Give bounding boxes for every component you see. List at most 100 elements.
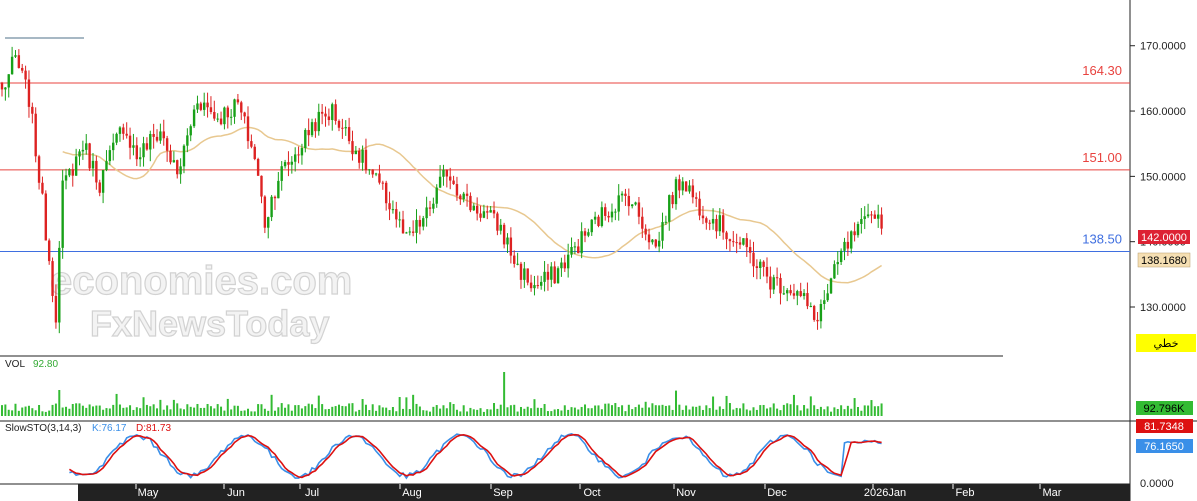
candle[interactable] — [395, 209, 398, 220]
candle[interactable] — [213, 111, 216, 119]
candle[interactable] — [502, 224, 506, 245]
candle[interactable] — [708, 222, 711, 224]
candle[interactable] — [270, 196, 273, 218]
candle[interactable] — [489, 210, 492, 213]
candle[interactable] — [142, 143, 145, 158]
candle[interactable] — [590, 219, 593, 233]
candle[interactable] — [509, 237, 513, 256]
candle[interactable] — [432, 203, 435, 209]
candle[interactable] — [374, 173, 378, 175]
candle[interactable] — [115, 133, 118, 143]
candle[interactable] — [71, 169, 74, 176]
candle[interactable] — [866, 214, 870, 217]
candle[interactable] — [236, 99, 240, 103]
candle[interactable] — [529, 282, 533, 289]
candle[interactable] — [846, 241, 850, 249]
candle[interactable] — [705, 218, 708, 223]
candle[interactable] — [620, 193, 624, 196]
candle[interactable] — [661, 222, 664, 241]
candle[interactable] — [839, 250, 843, 263]
candle[interactable] — [317, 111, 320, 132]
candle[interactable] — [189, 126, 192, 136]
candle[interactable] — [21, 67, 24, 71]
candle[interactable] — [149, 134, 152, 150]
candle[interactable] — [725, 232, 728, 240]
candle[interactable] — [789, 290, 792, 294]
candle[interactable] — [519, 263, 523, 280]
candle[interactable] — [600, 207, 604, 226]
candle[interactable] — [216, 118, 219, 120]
candle[interactable] — [118, 127, 122, 134]
candle[interactable] — [755, 266, 759, 268]
candle[interactable] — [533, 285, 536, 289]
candle[interactable] — [688, 185, 691, 192]
candle[interactable] — [877, 214, 880, 219]
candle[interactable] — [657, 240, 661, 247]
candle[interactable] — [452, 180, 455, 185]
candle[interactable] — [267, 217, 270, 228]
candle[interactable] — [122, 127, 125, 134]
candle[interactable] — [627, 195, 631, 207]
candle[interactable] — [668, 195, 671, 222]
candle[interactable] — [112, 142, 115, 151]
candle[interactable] — [823, 300, 826, 304]
candle[interactable] — [411, 231, 415, 233]
candle[interactable] — [388, 203, 391, 210]
candle[interactable] — [560, 262, 563, 269]
candle[interactable] — [748, 247, 752, 253]
candle[interactable] — [614, 211, 617, 213]
candle[interactable] — [465, 193, 469, 196]
candle[interactable] — [34, 113, 37, 157]
candle[interactable] — [732, 241, 735, 243]
candle[interactable] — [873, 214, 877, 219]
candle[interactable] — [610, 211, 614, 218]
candle[interactable] — [304, 129, 307, 149]
candle[interactable] — [637, 202, 641, 217]
candle[interactable] — [256, 158, 260, 176]
candle[interactable] — [368, 169, 371, 171]
candle[interactable] — [684, 181, 688, 192]
candle[interactable] — [391, 209, 395, 211]
candle[interactable] — [192, 109, 196, 127]
candle[interactable] — [469, 195, 472, 211]
candle[interactable] — [159, 131, 162, 141]
candle[interactable] — [570, 246, 573, 255]
candle[interactable] — [17, 55, 21, 68]
candle[interactable] — [297, 154, 300, 156]
candle[interactable] — [199, 103, 203, 110]
candle[interactable] — [492, 210, 496, 214]
candle[interactable] — [68, 169, 71, 176]
candle[interactable] — [327, 116, 331, 121]
candle[interactable] — [438, 176, 442, 188]
candle[interactable] — [556, 268, 560, 284]
candle[interactable] — [425, 207, 428, 219]
candle[interactable] — [260, 175, 263, 197]
candle[interactable] — [499, 224, 502, 231]
candle[interactable] — [293, 154, 297, 162]
candle[interactable] — [428, 207, 432, 209]
candle[interactable] — [196, 103, 199, 110]
candle[interactable] — [358, 150, 361, 163]
candle[interactable] — [108, 150, 112, 162]
candle[interactable] — [320, 111, 324, 114]
candle[interactable] — [337, 120, 341, 128]
candle[interactable] — [691, 185, 695, 198]
candle[interactable] — [678, 179, 681, 191]
candle[interactable] — [155, 136, 159, 141]
candle[interactable] — [250, 141, 253, 147]
candle[interactable] — [479, 213, 482, 218]
candle[interactable] — [418, 219, 422, 227]
candle[interactable] — [472, 205, 475, 211]
candle[interactable] — [462, 193, 465, 200]
candle[interactable] — [573, 246, 577, 248]
candle[interactable] — [273, 196, 277, 199]
candle[interactable] — [24, 70, 27, 80]
candle[interactable] — [229, 116, 233, 118]
candle[interactable] — [277, 180, 280, 199]
candle[interactable] — [219, 118, 223, 125]
candle[interactable] — [799, 291, 802, 297]
candle[interactable] — [401, 219, 405, 234]
candle[interactable] — [300, 148, 304, 156]
candle[interactable] — [0, 82, 4, 90]
candle[interactable] — [307, 129, 310, 136]
